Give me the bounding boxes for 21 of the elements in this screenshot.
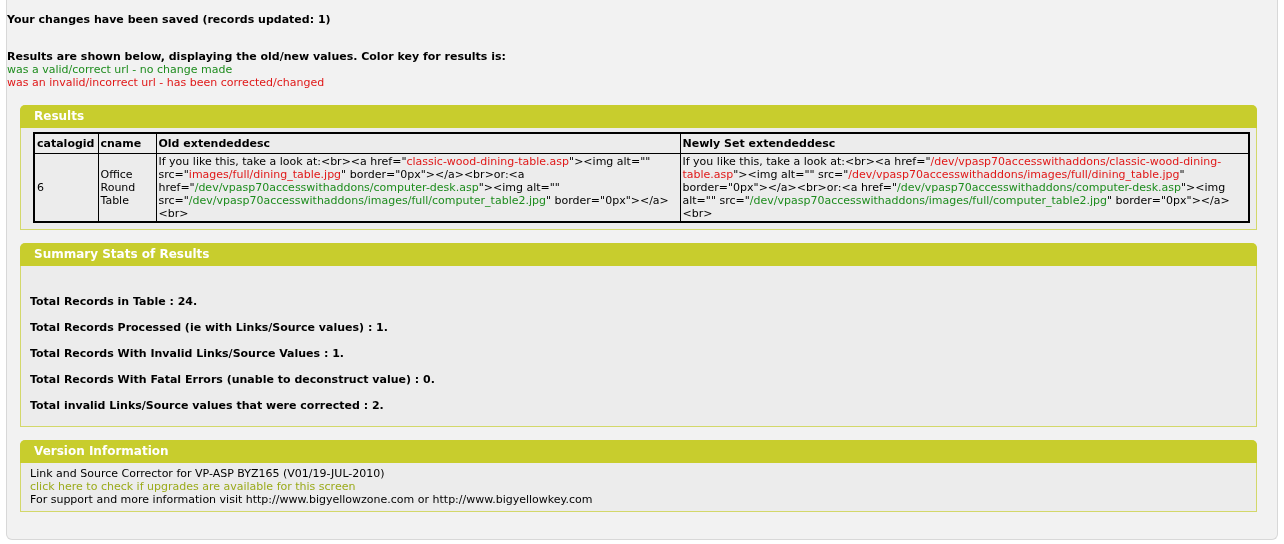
table-cell: Office Round Table bbox=[98, 153, 156, 222]
table-cell: 6 bbox=[34, 153, 98, 222]
version-text: Link and Source Corrector for VP-ASP BYZ165 (V01/19-JUL-2010) bbox=[30, 467, 386, 480]
stat-text: Total invalid Links/Source values that were corrected : 2. bbox=[30, 399, 385, 412]
color-key-text: was an invalid/incorrect url - has been corrected/changed bbox=[7, 76, 326, 89]
upgrade-link[interactable]: click here to check if upgrades are available for this screen bbox=[30, 480, 356, 493]
stat-text: Total Records in Table : 24. bbox=[30, 295, 199, 308]
status-message: Your changes have been saved (records updated: 1) bbox=[7, 13, 332, 26]
color-key-text: was a valid/correct url - no change made bbox=[7, 63, 234, 76]
column-header: Old extendeddesc bbox=[156, 133, 680, 154]
panel-header: Version Information bbox=[20, 440, 1257, 463]
stat-text: Total Records With Invalid Links/Source Values : 1. bbox=[30, 347, 346, 360]
stat-text: Total Records With Fatal Errors (unable to deconstruct value) : 0. bbox=[30, 373, 436, 386]
table-cell: If you like this, take a look at:<br><a href="classic-wood-dining-table.asp"><img alt="" src="images/full/dining_table.jpg" border="0px"></a><br>or:<a href="/dev/vpasp70accesswithaddons/computer-desk.asp"><img alt="" src="/dev/vpasp70accesswithaddons/images/full/computer_table2.jpg" border="0px"></a><br> bbox=[156, 153, 680, 222]
intro-text: Results are shown below, displaying the old/new values. Color key for results is: bbox=[7, 50, 507, 63]
support-text: For support and more information visit http://www.bigyellowzone.com or http://www.bigyellowkey.com bbox=[30, 493, 594, 506]
panel-header: Results bbox=[20, 105, 1257, 128]
panel-header: Summary Stats of Results bbox=[20, 243, 1257, 266]
column-header: catalogid bbox=[34, 133, 98, 154]
column-header: cname bbox=[98, 133, 156, 154]
stat-text: Total Records Processed (ie with Links/Source values) : 1. bbox=[30, 321, 389, 334]
